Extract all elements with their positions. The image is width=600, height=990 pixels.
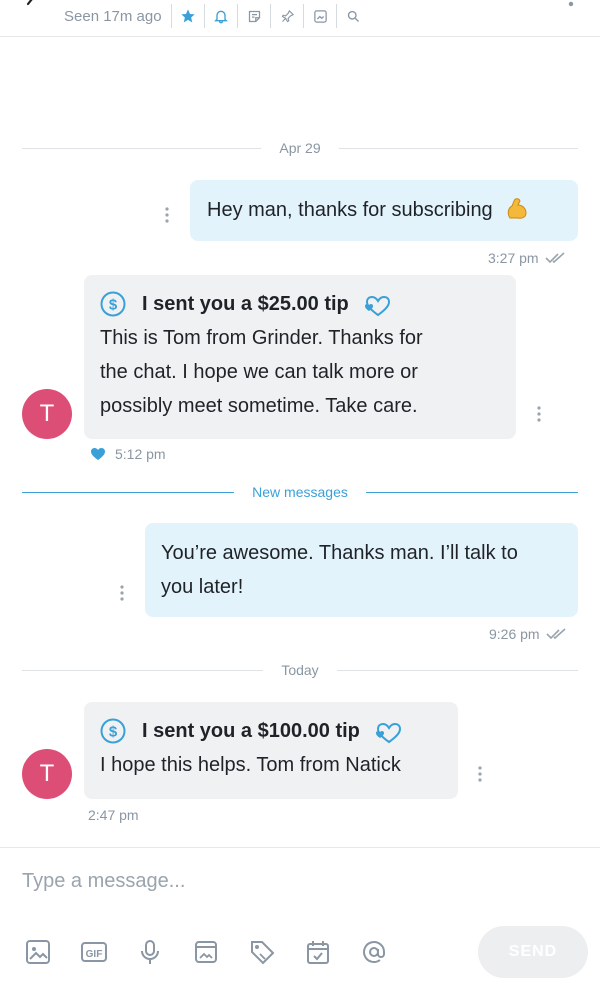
message-line: you later!	[161, 576, 244, 598]
message-line: You’re awesome. Thanks man. I’ll talk to	[161, 542, 518, 564]
message-timestamp: 9:26 pm	[489, 626, 568, 642]
tip-text: I sent you a $25.00 tip	[142, 293, 349, 315]
svg-text:GIF: GIF	[86, 949, 103, 960]
price-tag-icon[interactable]	[246, 936, 278, 968]
note-icon[interactable]	[237, 4, 270, 28]
message-timestamp: 2:47 pm	[88, 807, 139, 823]
flexed-biceps-icon	[508, 198, 527, 219]
gif-icon[interactable]: GIF	[78, 936, 110, 968]
message-text: Hey man, thanks for subscribing	[207, 199, 493, 221]
double-check-icon	[546, 628, 566, 640]
tip-heart-icon	[375, 722, 401, 744]
message-line: the chat. I hope we can talk more or	[100, 361, 418, 383]
mention-icon[interactable]	[358, 936, 390, 968]
liked-heart-icon[interactable]	[90, 447, 106, 461]
microphone-icon[interactable]	[134, 936, 166, 968]
message-line: possibly meet sometime. Take care.	[100, 395, 418, 417]
dollar-circle-icon: $	[100, 291, 126, 317]
message-options-icon[interactable]	[165, 207, 169, 223]
avatar[interactable]: T	[22, 389, 72, 439]
media-vault-icon[interactable]	[190, 936, 222, 968]
tip-header: $ I sent you a $100.00 tip	[100, 714, 442, 748]
header-actions	[171, 4, 369, 28]
search-icon[interactable]	[336, 4, 369, 28]
message-options-icon[interactable]	[478, 766, 482, 782]
tip-header: $ I sent you a $25.00 tip	[100, 287, 500, 321]
image-icon[interactable]	[303, 4, 336, 28]
double-check-icon	[545, 252, 565, 264]
schedule-icon[interactable]	[302, 936, 334, 968]
new-messages-separator: New messages	[22, 482, 579, 502]
svg-text:$: $	[109, 724, 118, 741]
date-separator: Today	[22, 660, 579, 680]
message-input[interactable]	[22, 864, 542, 898]
tip-text: I sent you a $100.00 tip	[142, 720, 360, 742]
message-options-icon[interactable]	[120, 585, 124, 601]
tip-message-bubble[interactable]: $ I sent you a $25.00 tip This is Tom fr…	[84, 275, 516, 439]
bell-icon[interactable]	[204, 4, 237, 28]
star-icon[interactable]	[171, 4, 204, 28]
more-options-icon[interactable]	[568, 0, 574, 10]
message-bubble-outgoing[interactable]: Hey man, thanks for subscribing	[190, 180, 578, 241]
send-button[interactable]: SEND	[478, 926, 588, 978]
new-messages-label: New messages	[252, 484, 348, 500]
composer-toolbar: GIF	[22, 936, 414, 968]
message-composer: GIF SEND	[0, 847, 600, 990]
message-line: This is Tom from Grinder. Thanks for	[100, 327, 423, 349]
date-label: Apr 29	[279, 140, 321, 156]
date-label: Today	[281, 662, 319, 678]
dollar-circle-icon: $	[100, 718, 126, 744]
pin-icon[interactable]	[270, 4, 303, 28]
tip-message-bubble[interactable]: $ I sent you a $100.00 tip I hope this h…	[84, 702, 458, 799]
message-bubble-outgoing[interactable]: You’re awesome. Thanks man. I’ll talk to…	[145, 523, 578, 617]
back-arrow-icon[interactable]	[22, 0, 42, 14]
message-timestamp: 3:27 pm	[488, 250, 567, 266]
message-timestamp: 5:12 pm	[90, 446, 166, 462]
image-icon[interactable]	[22, 936, 54, 968]
date-separator: Apr 29	[22, 138, 578, 158]
seen-status: Seen 17m ago	[64, 8, 162, 25]
avatar[interactable]: T	[22, 749, 72, 799]
message-options-icon[interactable]	[537, 406, 541, 422]
chat-header: Seen 17m ago	[0, 0, 600, 37]
svg-text:$: $	[109, 297, 118, 314]
message-line: I hope this helps. Tom from Natick	[100, 754, 401, 776]
tip-heart-icon	[364, 295, 390, 317]
